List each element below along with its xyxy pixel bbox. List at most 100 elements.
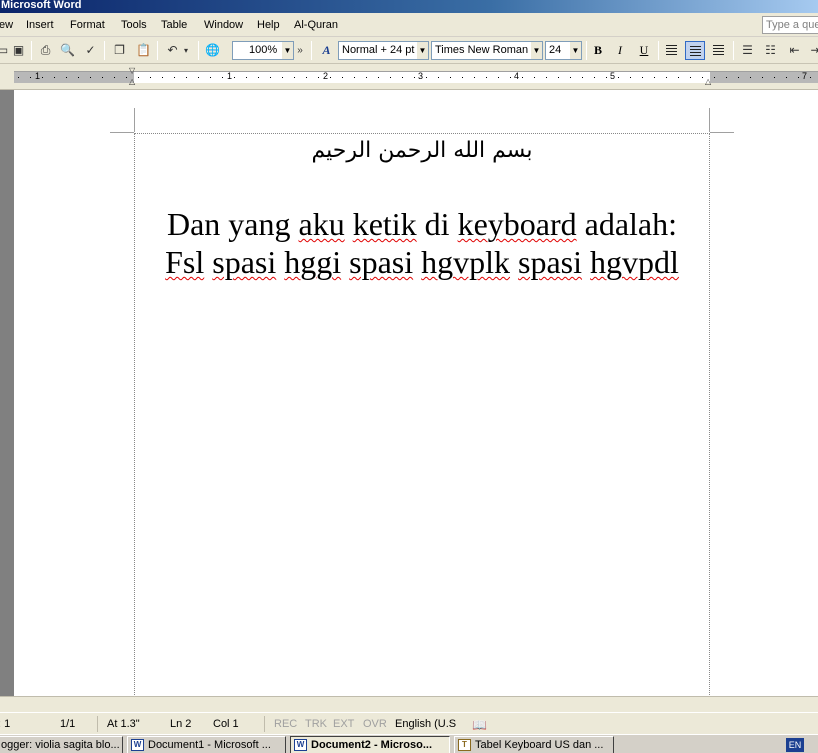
ruler-dot bbox=[330, 77, 331, 78]
ruler-dot bbox=[54, 77, 55, 78]
menu-help[interactable]: Help bbox=[257, 19, 280, 31]
ruler-dot bbox=[294, 77, 295, 78]
ruler-dot bbox=[690, 77, 691, 78]
menu-view[interactable]: ew bbox=[0, 19, 13, 31]
taskbar-button[interactable]: T Tabel Keyboard US dan ... bbox=[454, 736, 614, 753]
print-icon[interactable]: ⎙ bbox=[37, 42, 54, 59]
right-indent-icon[interactable]: △ bbox=[705, 78, 711, 86]
align-left-icon bbox=[666, 45, 677, 55]
bismillah-text[interactable]: بسم الله الرحمن الرحيم bbox=[134, 134, 710, 168]
menu-insert[interactable]: Insert bbox=[26, 19, 54, 31]
ruler-left-margin bbox=[14, 72, 134, 83]
ruler-dot bbox=[270, 77, 271, 78]
ask-question-input[interactable]: Type a que bbox=[762, 16, 818, 34]
zoom-select[interactable]: 100% ▼ bbox=[232, 41, 294, 60]
ruler-area: 1 1 2 3 4 5 7 ▽ △ △ bbox=[0, 64, 818, 90]
language-indicator[interactable]: EN bbox=[786, 738, 804, 752]
chevron-down-icon[interactable]: ▼ bbox=[417, 42, 428, 59]
ruler-dot bbox=[702, 77, 703, 78]
ruler-dot bbox=[462, 77, 463, 78]
ruler-dot bbox=[438, 77, 439, 78]
menu-table[interactable]: Table bbox=[161, 19, 187, 31]
ruler-dot bbox=[114, 77, 115, 78]
status-line: Ln 2 bbox=[170, 718, 192, 730]
ruler-dot bbox=[426, 77, 427, 78]
status-trk[interactable]: TRK bbox=[305, 718, 327, 730]
taskbar-button[interactable]: ogger: violia sagita blo... bbox=[0, 736, 123, 753]
spelling-icon[interactable]: ✓ bbox=[82, 42, 99, 59]
word: Dan bbox=[166, 206, 221, 242]
ruler-number: 1 bbox=[227, 71, 233, 81]
numbered-list-icon[interactable]: ☰ bbox=[739, 42, 756, 59]
underline-button[interactable]: U bbox=[634, 41, 654, 60]
chevron-down-icon[interactable]: ▼ bbox=[531, 42, 542, 59]
ruler-dot bbox=[18, 77, 19, 78]
undo-icon[interactable]: ↶ bbox=[164, 42, 181, 59]
toolbar-options-icon[interactable]: » bbox=[294, 42, 306, 59]
bold-button[interactable]: B bbox=[588, 41, 608, 60]
decrease-indent-icon[interactable]: ⇤ bbox=[786, 42, 803, 59]
font-size-select[interactable]: 24 ▼ bbox=[545, 41, 582, 60]
ruler-dot bbox=[486, 77, 487, 78]
paste-icon[interactable]: 📋 bbox=[135, 42, 152, 59]
crop-mark bbox=[709, 108, 710, 132]
save-icon[interactable]: ▣ bbox=[10, 42, 27, 59]
toolbar-separator bbox=[157, 41, 158, 60]
body-line-2[interactable]: Fsl spasi hggi spasi hgvplk spasi hgvpdl bbox=[134, 244, 710, 280]
ruler-dot bbox=[798, 77, 799, 78]
document-page[interactable]: بسم الله الرحمن الرحيم Dan yang aku keti… bbox=[14, 90, 818, 713]
ruler-dot bbox=[150, 77, 151, 78]
ruler-dot bbox=[642, 77, 643, 78]
ruler-dot bbox=[198, 77, 199, 78]
menu-al-quran[interactable]: Al-Quran bbox=[294, 19, 338, 31]
web-icon[interactable]: 🌐 bbox=[204, 42, 221, 59]
menu-tools[interactable]: Tools bbox=[121, 19, 147, 31]
ruler-number: 1 bbox=[35, 71, 41, 81]
ruler-dot bbox=[186, 77, 187, 78]
menu-format[interactable]: Format bbox=[70, 19, 105, 31]
taskbar-label: ogger: violia sagita blo... bbox=[1, 739, 120, 751]
taskbar-button-active[interactable]: W Document2 - Microso... bbox=[290, 736, 450, 753]
copy-icon[interactable]: ❐ bbox=[111, 42, 128, 59]
taskbar-button[interactable]: W Document1 - Microsoft ... bbox=[127, 736, 286, 753]
ruler-dot bbox=[366, 77, 367, 78]
status-rec[interactable]: REC bbox=[274, 718, 297, 730]
ruler-dot bbox=[810, 77, 811, 78]
first-line-indent-icon[interactable]: ▽ bbox=[129, 67, 135, 75]
toolbar-separator bbox=[198, 41, 199, 60]
italic-button[interactable]: I bbox=[610, 41, 630, 60]
ruler-number: 7 bbox=[802, 71, 808, 81]
ruler-dot bbox=[30, 77, 31, 78]
title-bar[interactable]: Microsoft Word bbox=[0, 0, 818, 13]
toolbar: ▭ ▣ ⎙ 🔍 ✓ ❐ 📋 ↶ ▾ 🌐 100% ▼ » A Normal + … bbox=[0, 37, 818, 64]
taskbar-label: Document2 - Microso... bbox=[311, 739, 433, 751]
ruler-dot bbox=[414, 77, 415, 78]
spelling-status-icon[interactable]: 📖 bbox=[472, 718, 487, 732]
toolbar-separator bbox=[658, 41, 659, 60]
ruler-dot bbox=[774, 77, 775, 78]
undo-dropdown-icon[interactable]: ▾ bbox=[181, 42, 191, 59]
chevron-down-icon[interactable]: ▼ bbox=[282, 42, 293, 59]
ruler-dot bbox=[654, 77, 655, 78]
align-right-button[interactable] bbox=[709, 41, 729, 60]
word: hgvpdl bbox=[590, 244, 679, 280]
status-bar: : 1 1/1 At 1.3" Ln 2 Col 1 REC TRK EXT O… bbox=[0, 712, 818, 734]
bulleted-list-icon[interactable]: ☷ bbox=[762, 42, 779, 59]
menu-window[interactable]: Window bbox=[204, 19, 243, 31]
status-language[interactable]: English (U.S bbox=[395, 718, 456, 730]
increase-indent-icon[interactable]: ⇥ bbox=[807, 42, 818, 59]
status-ext[interactable]: EXT bbox=[333, 718, 354, 730]
align-center-button[interactable] bbox=[685, 41, 705, 60]
chevron-down-icon[interactable]: ▼ bbox=[570, 42, 581, 59]
ruler-dot bbox=[786, 77, 787, 78]
print-preview-icon[interactable]: 🔍 bbox=[59, 42, 76, 59]
ruler-dot bbox=[210, 77, 211, 78]
hanging-indent-icon[interactable]: △ bbox=[129, 78, 135, 86]
body-line-1[interactable]: Dan yang aku ketik di keyboard adalah: bbox=[134, 206, 710, 242]
style-select[interactable]: Normal + 24 pt ▼ bbox=[338, 41, 429, 60]
styles-formatting-icon[interactable]: A bbox=[318, 42, 335, 59]
table-document-icon: T bbox=[458, 739, 471, 751]
align-left-button[interactable] bbox=[662, 41, 682, 60]
font-select[interactable]: Times New Roman ▼ bbox=[431, 41, 543, 60]
status-ovr[interactable]: OVR bbox=[363, 718, 387, 730]
